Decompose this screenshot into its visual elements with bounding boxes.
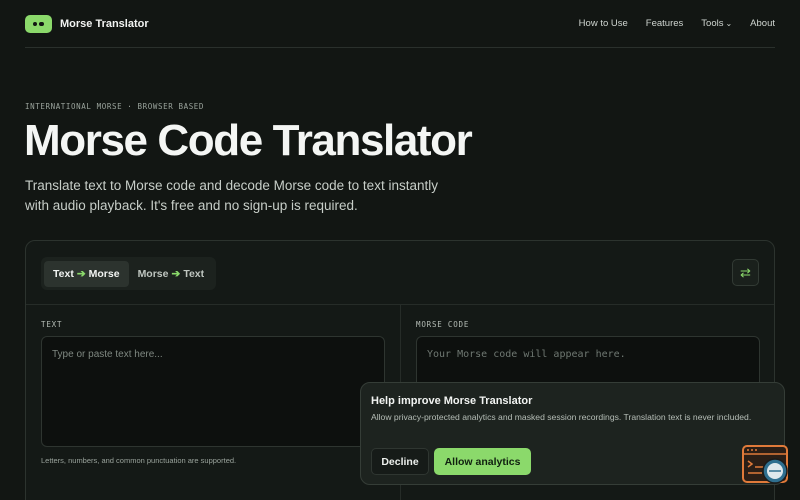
text-column: TEXT Type or paste text here... Letters,… [26, 305, 401, 500]
main-nav: How to Use Features Tools ⌄ About [579, 18, 775, 29]
decline-button[interactable]: Decline [371, 448, 429, 475]
text-hint: Letters, numbers, and common punctuation… [41, 456, 237, 465]
arrow-right-icon: ➔ [76, 267, 86, 280]
tab-to-label: Morse [88, 267, 120, 280]
tab-from-label: Text [53, 267, 74, 280]
text-input[interactable]: Type or paste text here... [41, 336, 385, 447]
page-title: Morse Code Translator [24, 116, 473, 165]
allow-analytics-button[interactable]: Allow analytics [434, 448, 531, 475]
direction-tabs: Text ➔ Morse Morse ➔ Text [41, 257, 216, 290]
arrow-right-icon: ➔ [171, 267, 181, 280]
tab-morse-to-text[interactable]: Morse ➔ Text [129, 261, 214, 287]
nav-about[interactable]: About [750, 18, 775, 29]
tab-text-to-morse[interactable]: Text ➔ Morse [44, 260, 129, 287]
site-header: Morse Translator How to Use Features Too… [25, 0, 775, 48]
consent-body: Allow privacy-protected analytics and ma… [371, 412, 752, 422]
consent-title: Help improve Morse Translator [371, 395, 533, 407]
nav-how-to-use[interactable]: How to Use [579, 18, 628, 29]
brand-name[interactable]: Morse Translator [60, 18, 149, 30]
swap-arrows-icon: ⇄ [740, 264, 751, 280]
page-subtitle: Translate text to Morse code and decode … [25, 178, 438, 213]
translator-toolbar: Text ➔ Morse Morse ➔ Text ⇄ [26, 241, 774, 305]
morse-placeholder: Your Morse code will appear here. [427, 349, 626, 360]
text-placeholder: Type or paste text here... [52, 349, 163, 360]
nav-tools-label: Tools [701, 18, 724, 29]
analytics-consent-popup: Help improve Morse Translator Allow priv… [360, 382, 785, 485]
chevron-down-icon: ⌄ [725, 19, 733, 28]
text-label: TEXT [41, 320, 63, 329]
tab-from-label: Morse [137, 267, 169, 280]
eyebrow-text: INTERNATIONAL MORSE · BROWSER BASED [25, 102, 205, 111]
swap-direction-button[interactable]: ⇄ [732, 259, 759, 286]
morse-label: MORSE CODE [416, 320, 470, 329]
nav-tools[interactable]: Tools ⌄ [701, 18, 732, 29]
tab-to-label: Text [183, 267, 205, 280]
nav-features[interactable]: Features [646, 18, 684, 29]
feedback-widget-icon[interactable] [742, 445, 790, 487]
logo-icon[interactable] [25, 14, 52, 33]
